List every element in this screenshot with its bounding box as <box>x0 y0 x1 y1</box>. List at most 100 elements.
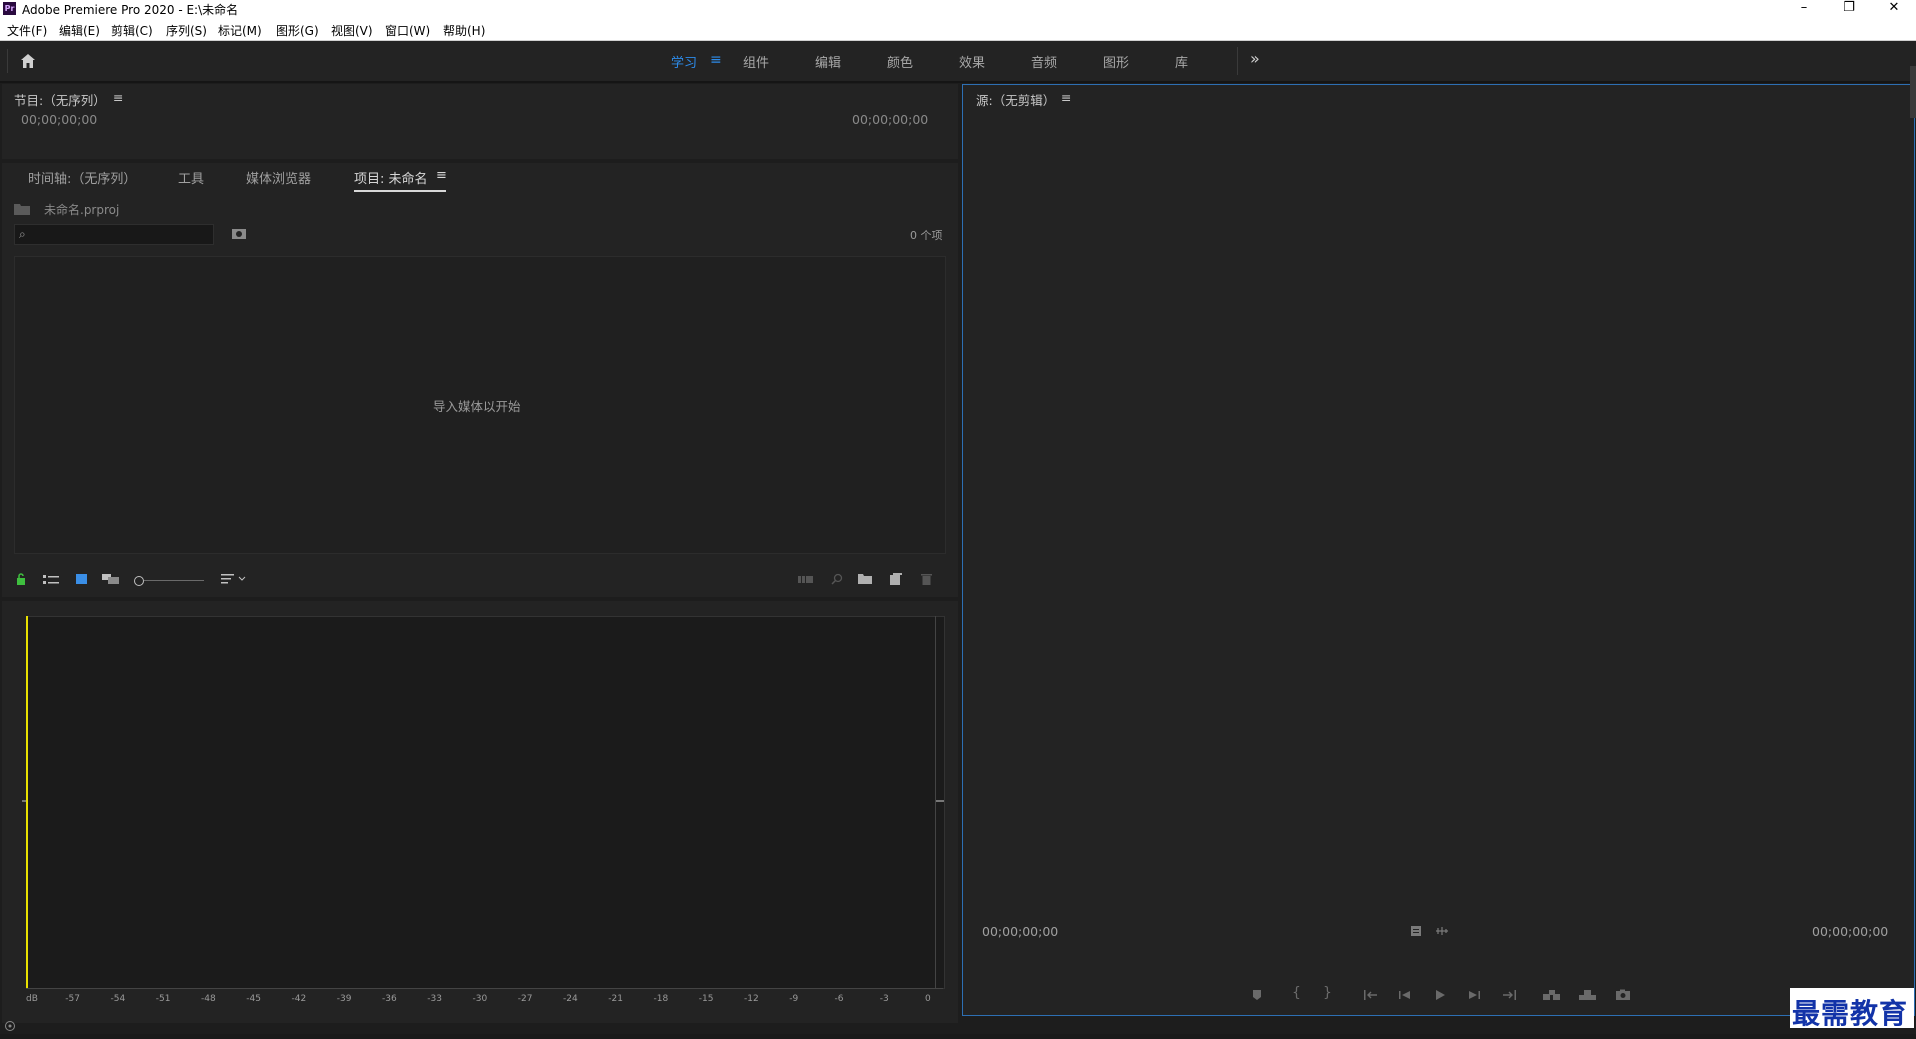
menu-window[interactable]: 窗口(W) <box>385 22 430 39</box>
audio-meter-tick-label: -3 <box>879 994 889 1004</box>
audio-meter-baseline <box>26 988 943 989</box>
zoom-slider-track <box>144 580 204 581</box>
menu-help[interactable]: 帮助(H) <box>443 22 485 39</box>
workspace-overflow-icon[interactable]: » <box>1250 49 1260 68</box>
program-timecode-right: 00;00;00;00 <box>852 112 929 127</box>
audio-meter-tick-label: -30 <box>472 994 488 1004</box>
tab-timeline[interactable]: 时间轴:（无序列） <box>28 168 136 187</box>
workspace-tab-effects[interactable]: 效果 <box>959 52 985 71</box>
insert-icon[interactable] <box>1543 989 1561 1001</box>
workspace-tab-color[interactable]: 颜色 <box>887 52 913 71</box>
play-icon[interactable] <box>1433 989 1447 1001</box>
tab-media-browser[interactable]: 媒体浏览器 <box>246 168 311 187</box>
audio-meter-marker <box>22 800 26 802</box>
audio-meter-tick-label: -54 <box>110 994 126 1004</box>
program-timecode-left[interactable]: 00;00;00;00 <box>21 112 97 127</box>
trash-icon[interactable] <box>921 573 932 585</box>
new-bin-icon[interactable] <box>858 573 872 585</box>
step-forward-icon[interactable] <box>1467 989 1481 1001</box>
menu-sequence[interactable]: 序列(S) <box>166 22 207 39</box>
drag-video-icon[interactable] <box>1410 925 1422 937</box>
menu-marker[interactable]: 标记(M) <box>218 22 262 39</box>
close-button[interactable]: ✕ <box>1874 0 1914 18</box>
workspace-tab-editing[interactable]: 编辑 <box>815 52 841 71</box>
zoom-slider[interactable] <box>134 574 204 586</box>
sort-icon[interactable] <box>221 573 251 585</box>
export-frame-icon[interactable] <box>1615 989 1631 1001</box>
workspace-tab-libraries[interactable]: 库 <box>1175 52 1188 71</box>
scrollbar-handle[interactable] <box>1910 66 1916 118</box>
marker-icon[interactable] <box>1251 989 1263 1001</box>
item-count: 0 个项 <box>910 229 943 242</box>
mark-out-icon[interactable]: } <box>1323 986 1332 1000</box>
audio-meter-tick-label: -6 <box>834 994 844 1004</box>
workspace-tab-audio[interactable]: 音频 <box>1031 52 1057 71</box>
go-to-in-icon[interactable] <box>1363 989 1379 1001</box>
overwrite-icon[interactable] <box>1579 989 1597 1001</box>
audio-meter-tick-label: -24 <box>563 994 578 1004</box>
menu-bar: 文件(F) 编辑(E) 剪辑(C) 序列(S) 标记(M) 图形(G) 视图(V… <box>0 18 1916 41</box>
search-input[interactable]: ⌕ <box>14 224 214 245</box>
folder-icon <box>14 203 30 215</box>
menu-view[interactable]: 视图(V) <box>331 22 373 39</box>
workspace-tab-graphics[interactable]: 图形 <box>1103 52 1129 71</box>
new-item-icon[interactable] <box>890 573 902 585</box>
audio-meter-tick-label: -42 <box>291 994 307 1004</box>
premiere-app-icon: Pr <box>3 2 16 15</box>
workspace-tab-assembly[interactable]: 组件 <box>743 52 769 71</box>
tab-project[interactable]: 项目: 未命名 <box>354 168 446 192</box>
program-monitor-panel: 节目:（无序列） ≡ 00;00;00;00 00;00;00;00 <box>2 84 958 159</box>
program-monitor-title[interactable]: 节目:（无序列） <box>14 90 106 109</box>
source-timecode-left[interactable]: 00;00;00;00 <box>982 924 1058 939</box>
icon-view-icon[interactable] <box>75 573 88 585</box>
home-icon[interactable] <box>19 52 37 70</box>
minimize-button[interactable]: – <box>1784 0 1824 18</box>
step-back-icon[interactable] <box>1398 989 1412 1001</box>
restore-button[interactable]: ❐ <box>1829 0 1869 18</box>
audio-meter-tick-label: -21 <box>608 994 623 1004</box>
panel-menu-icon[interactable]: ≡ <box>113 90 123 105</box>
audio-meter-tick-label: -15 <box>698 994 714 1004</box>
source-monitor-panel <box>962 84 1915 1016</box>
panel-menu-icon[interactable]: ≡ <box>436 168 447 183</box>
audio-meter-tick-label: dB <box>26 994 38 1004</box>
transport-controls: { } <box>1245 986 1645 1003</box>
workspace-tab-learn[interactable]: 学习 <box>671 52 697 71</box>
panel-menu-icon[interactable]: ≡ <box>1061 90 1071 105</box>
mark-in-icon[interactable]: { <box>1292 986 1301 1000</box>
zoom-slider-handle[interactable] <box>134 576 144 586</box>
lock-icon[interactable] <box>15 573 27 585</box>
menu-graphics[interactable]: 图形(G) <box>276 22 319 39</box>
menu-clip[interactable]: 剪辑(C) <box>111 22 153 39</box>
project-drop-area[interactable]: 导入媒体以开始 <box>14 256 946 554</box>
list-view-icon[interactable] <box>43 574 59 586</box>
automate-to-sequence-icon[interactable] <box>798 574 814 585</box>
audio-meter-tick-label: -57 <box>65 994 80 1004</box>
audio-meter-marker <box>936 800 944 802</box>
search-icon: ⌕ <box>19 227 26 241</box>
divider <box>1237 47 1238 75</box>
source-monitor-title[interactable]: 源:（无剪辑） <box>976 90 1055 109</box>
audio-meter-tick-label: -9 <box>789 994 799 1004</box>
freeform-view-icon[interactable] <box>102 573 120 585</box>
audio-meter-tick-label: -18 <box>653 994 669 1004</box>
watermark-text: 最需教育 <box>1792 997 1909 1030</box>
tab-tools[interactable]: 工具 <box>178 168 204 187</box>
new-search-bin-icon[interactable] <box>231 227 247 240</box>
go-to-out-icon[interactable] <box>1501 989 1517 1001</box>
audio-meter-tick-label: 0 <box>925 994 931 1004</box>
status-bar <box>0 1034 1916 1039</box>
audio-meter-area <box>26 616 945 989</box>
menu-file[interactable]: 文件(F) <box>7 22 47 39</box>
solo-icon[interactable] <box>4 1020 16 1032</box>
audio-meter-tick-label: -39 <box>336 994 352 1004</box>
project-file-name: 未命名.prproj <box>44 203 120 217</box>
drag-audio-icon[interactable] <box>1435 925 1449 937</box>
divider <box>7 49 8 73</box>
workspace-menu-icon[interactable]: ≡ <box>710 52 722 68</box>
find-icon[interactable] <box>831 573 843 585</box>
watermark-box: 最需教育 <box>1790 988 1914 1030</box>
tab-project-label: 项目: 未命名 <box>354 172 428 187</box>
audio-meter-tick-label: -33 <box>427 994 442 1004</box>
menu-edit[interactable]: 编辑(E) <box>59 22 100 39</box>
